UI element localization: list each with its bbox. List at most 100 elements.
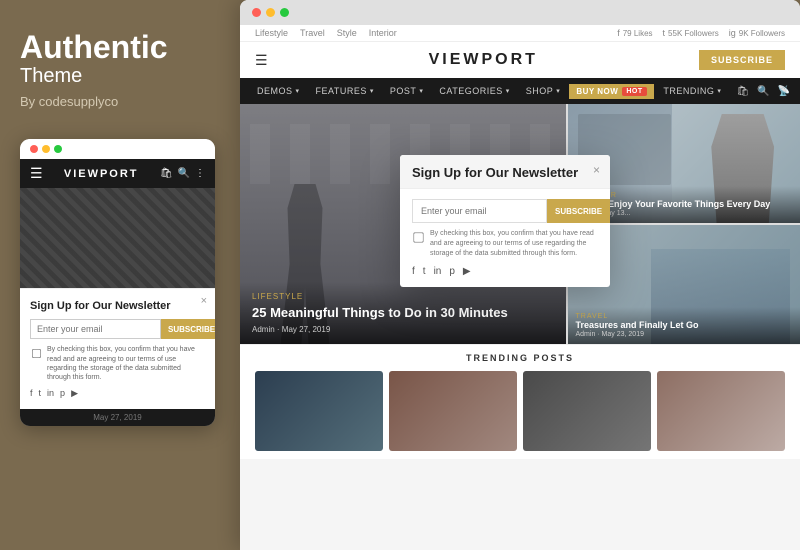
trending-chevron-icon: ▾ [717, 87, 721, 95]
popup-terms-text: By checking this box, you confirm that y… [430, 229, 598, 258]
popup-subscribe-button[interactable]: SUBSCRIBE [547, 199, 610, 223]
instagram-icon: ig [729, 28, 736, 38]
mobile-hero-image [20, 188, 215, 288]
mobile-bottom-bar: May 27, 2019 [20, 409, 215, 426]
featured-bottom-right-title[interactable]: Treasures and Finally Let Go [576, 320, 793, 331]
popup-facebook-icon[interactable]: f [412, 266, 415, 277]
popup-checkbox-row: By checking this box, you confirm that y… [412, 229, 598, 258]
desktop-dot-green [280, 8, 289, 17]
mobile-terms-checkbox[interactable] [32, 349, 41, 358]
mobile-nav: ☰ VIEWPORT 🛍 🔍 ⋮ [20, 159, 215, 188]
features-chevron-icon: ▾ [370, 87, 374, 95]
nav-buy-now-button[interactable]: BUY NOW HOT [569, 84, 653, 99]
trending-item-4[interactable] [657, 371, 785, 451]
mobile-checkbox-row: By checking this box, you confirm that y… [30, 345, 205, 381]
trending-posts-title: TRENDING POSTS [255, 353, 785, 363]
left-panel: Authentic Theme By codesupplyco ☰ VIEWPO… [0, 0, 240, 550]
trending-item-1[interactable] [255, 371, 383, 451]
nav-right: TRENDING ▾ 🛍 🔍 📡 [656, 78, 790, 104]
instagram-count: ig 9K Followers [729, 28, 785, 38]
mobile-search-icon[interactable]: 🔍 [178, 168, 190, 179]
nav-search-icon[interactable]: 🔍 [757, 86, 769, 97]
mobile-nav-icons: 🛍 🔍 ⋮ [160, 168, 205, 179]
mobile-subscribe-button[interactable]: SUBSCRIBE [161, 319, 215, 339]
trending-img-4 [657, 371, 785, 451]
topbar-link-style[interactable]: Style [337, 28, 357, 38]
twitter-count-text: 55K Followers [668, 29, 719, 38]
featured-main-overlay: Lifestyle 25 Meaningful Things to Do in … [240, 282, 566, 344]
popup-terms-checkbox[interactable] [413, 232, 423, 242]
mobile-menu-icon[interactable]: ⋮ [195, 168, 205, 179]
nav-item-demos[interactable]: DEMOS ▾ [250, 78, 307, 104]
hot-badge: HOT [622, 87, 646, 96]
mobile-instagram-icon[interactable]: in [47, 388, 54, 399]
mobile-dot-green [54, 145, 62, 153]
nav-item-post[interactable]: POST ▾ [383, 78, 431, 104]
mobile-newsletter-popup: × Sign Up for Our Newsletter SUBSCRIBE B… [20, 288, 215, 409]
mobile-logo: VIEWPORT [64, 168, 139, 180]
desktop-hamburger-icon[interactable]: ☰ [255, 52, 268, 69]
desktop-mockup: Lifestyle Travel Style Interior f 79 Lik… [240, 0, 800, 550]
brand-title: Authentic [20, 30, 220, 65]
featured-main-meta: Admin · May 27, 2019 [252, 325, 554, 334]
mobile-facebook-icon[interactable]: f [30, 388, 33, 399]
nav-item-categories[interactable]: CATEGORIES ▾ [432, 78, 516, 104]
nav-item-features[interactable]: FEATURES ▾ [309, 78, 381, 104]
facebook-count-text: 79 Likes [623, 29, 653, 38]
featured-bottom-right-overlay: Travel Treasures and Finally Let Go Admi… [568, 307, 800, 344]
popup-pinterest-icon[interactable]: p [449, 266, 455, 277]
social-counts: f 79 Likes t 55K Followers ig 9K Followe… [617, 28, 785, 38]
featured-bottom-right-category: Travel [576, 313, 793, 320]
mobile-hero [20, 188, 215, 288]
trending-img-2 [389, 371, 517, 451]
popup-close-icon[interactable]: × [593, 163, 600, 177]
mobile-pinterest-icon[interactable]: p [60, 388, 65, 399]
brand-by: By codesupplyco [20, 94, 220, 109]
mobile-dot-yellow [42, 145, 50, 153]
topbar-link-lifestyle[interactable]: Lifestyle [255, 28, 288, 38]
nav-rss-icon[interactable]: 📡 [778, 86, 790, 97]
popup-youtube-icon[interactable]: ▶ [463, 266, 471, 277]
nav-item-shop[interactable]: SHOP ▾ [519, 78, 568, 104]
mobile-terms-text: By checking this box, you confirm that y… [47, 345, 205, 381]
mobile-twitter-icon[interactable]: t [39, 388, 42, 399]
popup-header: × Sign Up for Our Newsletter [400, 155, 610, 189]
mobile-email-input[interactable] [30, 319, 161, 339]
nav-bag-icon[interactable]: 🛍 [736, 86, 749, 97]
categories-chevron-icon: ▾ [506, 87, 510, 95]
mobile-youtube-icon[interactable]: ▶ [71, 388, 78, 399]
shop-chevron-icon: ▾ [556, 87, 560, 95]
topbar-links: Lifestyle Travel Style Interior [255, 28, 397, 38]
desktop-subscribe-button[interactable]: SUBSCRIBE [699, 50, 785, 70]
demos-chevron-icon: ▾ [296, 87, 300, 95]
popup-twitter-icon[interactable]: t [423, 266, 426, 277]
popup-email-input[interactable] [412, 199, 547, 223]
desktop-logo: VIEWPORT [429, 51, 538, 69]
desktop-dot-red [252, 8, 261, 17]
featured-main-title[interactable]: 25 Meaningful Things to Do in 30 Minutes [252, 305, 554, 322]
twitter-icon: t [663, 28, 666, 38]
buy-now-label: BUY NOW [576, 87, 618, 96]
popup-social-links: f t in p ▶ [412, 266, 598, 277]
mobile-newsletter-form: SUBSCRIBE [30, 319, 205, 339]
popup-instagram-icon[interactable]: in [434, 266, 442, 277]
trending-item-2[interactable] [389, 371, 517, 451]
popup-title: Sign Up for Our Newsletter [412, 165, 598, 180]
mobile-bag-icon: 🛍 [160, 168, 173, 179]
mobile-close-icon[interactable]: × [201, 295, 207, 307]
topbar-link-interior[interactable]: Interior [369, 28, 397, 38]
mobile-mockup: ☰ VIEWPORT 🛍 🔍 ⋮ × Sign Up for Our Newsl… [20, 139, 215, 426]
mobile-social-links: f t in p ▶ [30, 388, 205, 399]
popup-form-row: SUBSCRIBE [412, 199, 598, 223]
mobile-chrome [20, 139, 215, 159]
mobile-hamburger-icon[interactable]: ☰ [30, 165, 43, 182]
nav-left: DEMOS ▾ FEATURES ▾ POST ▾ CATEGORIES ▾ S… [250, 78, 654, 104]
topbar-link-travel[interactable]: Travel [300, 28, 325, 38]
trending-item-3[interactable] [523, 371, 651, 451]
mobile-date: May 27, 2019 [93, 413, 141, 422]
nav-trending[interactable]: TRENDING ▾ [656, 78, 728, 104]
desktop-chrome [240, 0, 800, 25]
trending-img-1 [255, 371, 383, 451]
trending-grid [255, 371, 785, 451]
facebook-count: f 79 Likes [617, 28, 652, 38]
